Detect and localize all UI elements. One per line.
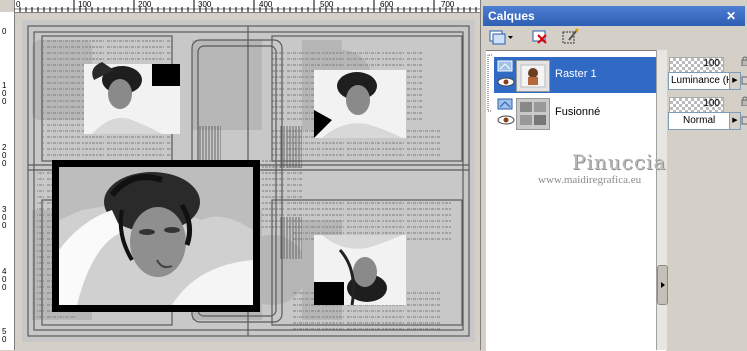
- link-icon[interactable]: [741, 75, 747, 85]
- close-icon[interactable]: ✕: [725, 10, 737, 22]
- dropdown-arrow-icon: ▶: [729, 113, 740, 129]
- lock-icon[interactable]: [741, 56, 747, 66]
- opacity-slider[interactable]: 100: [668, 96, 739, 113]
- edit-selection-button[interactable]: [559, 27, 581, 47]
- layer-properties: 100 Luminance (H) ▶ 100 Normal ▶: [668, 50, 747, 350]
- layer-name: Raster 1: [555, 68, 597, 80]
- ruler-label: 4 0 0: [2, 267, 7, 292]
- ruler-label: 3 0 0: [2, 205, 7, 230]
- blend-mode-dropdown[interactable]: Luminance (H) ▶: [668, 72, 741, 90]
- layer-visibility-icon[interactable]: [497, 98, 515, 110]
- delete-layer-button[interactable]: [529, 27, 551, 47]
- link-icon[interactable]: [741, 115, 747, 125]
- image-editor-area: 0 100 200 300 400 500 600 700 0 1 0 0 2 …: [0, 0, 481, 350]
- delete-layer-icon: [532, 30, 547, 44]
- layers-panel: Calques ✕ Raster 1 Fusionné 100 Luminanc…: [481, 0, 747, 351]
- layers-list: Raster 1 Fusionné: [486, 50, 666, 351]
- image-canvas[interactable]: [22, 20, 475, 342]
- dropdown-arrow-icon: ▶: [729, 73, 740, 89]
- watermark-name: Pinuccia: [572, 150, 667, 174]
- splitter-handle[interactable]: [657, 265, 668, 305]
- vertical-ruler: 0 1 0 0 2 0 0 3 0 0 4 0 0 5 0: [0, 12, 15, 350]
- layer-visibility-icon[interactable]: [497, 60, 515, 72]
- layers-splitter[interactable]: [656, 50, 668, 350]
- layer-row-fusionne[interactable]: Fusionné: [494, 95, 662, 131]
- blend-mode-value: Normal: [683, 115, 716, 126]
- blend-mode-value: Luminance (H): [671, 75, 737, 86]
- eye-icon[interactable]: [497, 77, 515, 87]
- layer-row-raster-1[interactable]: Raster 1: [494, 57, 662, 93]
- layer-name: Fusionné: [555, 106, 601, 118]
- blend-mode-dropdown[interactable]: Normal ▶: [668, 112, 741, 130]
- opacity-value: 100: [703, 98, 720, 109]
- ruler-label: 2 0 0: [2, 143, 7, 168]
- opacity-value: 100: [703, 58, 720, 69]
- ruler-label: 1 0 0: [2, 81, 7, 106]
- new-raster-layer-icon: [489, 30, 513, 45]
- lock-icon[interactable]: [741, 96, 747, 106]
- new-raster-layer-button[interactable]: [487, 27, 515, 47]
- layer-thumbnail: [516, 98, 550, 130]
- panel-title: Calques: [488, 9, 535, 23]
- layers-toolbar: [485, 27, 745, 49]
- edit-selection-icon: [562, 28, 579, 44]
- background-artwork: [22, 20, 475, 342]
- ruler-label: 0: [2, 27, 7, 36]
- horizontal-ruler: 0 100 200 300 400 500 600 700: [14, 0, 480, 13]
- watermark-url: www.maidiregrafica.eu: [538, 174, 642, 186]
- layer-thumbnail: [516, 60, 550, 92]
- ruler-label: 5 0: [2, 327, 7, 344]
- layer-group-bracket: [487, 54, 492, 112]
- opacity-slider[interactable]: 100: [668, 56, 739, 73]
- panel-title-bar[interactable]: Calques ✕: [483, 6, 745, 26]
- eye-icon[interactable]: [497, 115, 515, 125]
